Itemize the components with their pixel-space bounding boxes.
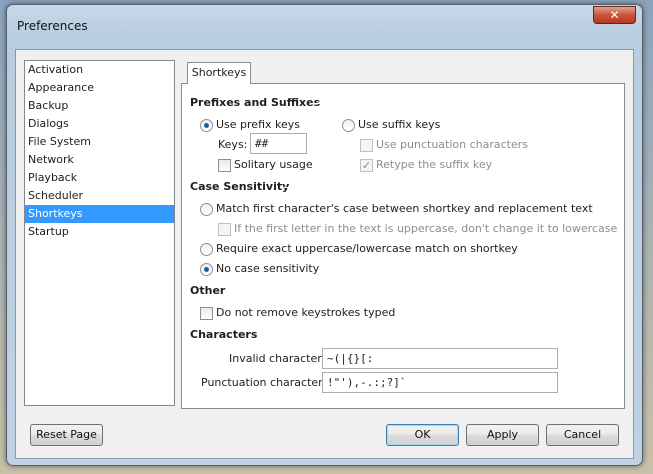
characters-divider [258,335,616,336]
category-item-file-system[interactable]: File System [25,133,174,151]
match-first-case-label: Match first character's case between sho… [216,202,593,215]
punctuation-checkbox[interactable] [360,139,373,152]
use-prefix-label: Use prefix keys [216,118,300,131]
category-item-playback[interactable]: Playback [25,169,174,187]
invalid-characters-label: Invalid characters: [229,352,332,365]
case-divider [284,187,616,188]
dialog-client-area: Activation Appearance Backup Dialogs Fil… [15,49,634,459]
first-uppercase-label: If the first letter in the text is upper… [234,222,618,235]
no-case-sensitivity-radio[interactable] [200,263,213,276]
check-icon: ✓ [361,159,372,172]
title-bar[interactable]: Preferences ✕ [7,5,642,49]
preferences-window: Preferences ✕ Activation Appearance Back… [6,4,643,466]
characters-section-title: Characters [190,328,258,341]
reset-page-button[interactable]: Reset Page [30,424,103,446]
keys-label: Keys: [218,138,248,151]
first-uppercase-checkbox[interactable] [218,223,231,236]
case-section-title: Case Sensitivity [190,180,290,193]
keys-input[interactable]: ## [250,133,307,154]
category-item-scheduler[interactable]: Scheduler [25,187,174,205]
ok-button[interactable]: OK [386,424,459,446]
solitary-usage-label: Solitary usage [234,158,313,171]
tab-shortkeys[interactable]: Shortkeys [187,62,251,84]
use-suffix-label: Use suffix keys [358,118,441,131]
exact-case-radio[interactable] [200,243,213,256]
category-item-network[interactable]: Network [25,151,174,169]
keep-keystrokes-label: Do not remove keystrokes typed [216,306,396,319]
keep-keystrokes-checkbox[interactable] [200,307,213,320]
prefixes-divider [310,103,616,104]
invalid-characters-input[interactable]: ~(|{}[: [322,348,558,369]
retype-suffix-checkbox[interactable]: ✓ [360,159,373,172]
use-suffix-radio[interactable] [342,119,355,132]
shortkeys-panel: Prefixes and Suffixes Use prefix keys Ke… [181,83,625,409]
other-section-title: Other [190,284,226,297]
solitary-usage-checkbox[interactable] [218,159,231,172]
category-list[interactable]: Activation Appearance Backup Dialogs Fil… [24,60,175,406]
prefixes-section-title: Prefixes and Suffixes [190,96,321,109]
other-divider [226,291,616,292]
cancel-button[interactable]: Cancel [546,424,619,446]
retype-suffix-label: Retype the suffix key [376,158,493,171]
category-item-appearance[interactable]: Appearance [25,79,174,97]
punctuation-characters-label: Punctuation characters: [201,376,333,389]
close-icon: ✕ [609,8,620,22]
no-case-sensitivity-label: No case sensitivity [216,262,320,275]
punctuation-characters-input[interactable]: !"'),-.:;?]` [322,372,558,393]
category-item-startup[interactable]: Startup [25,223,174,241]
exact-case-label: Require exact uppercase/lowercase match … [216,242,518,255]
category-item-shortkeys[interactable]: Shortkeys [25,205,174,223]
punctuation-label: Use punctuation characters [376,138,529,151]
category-item-dialogs[interactable]: Dialogs [25,115,174,133]
match-first-case-radio[interactable] [200,203,213,216]
use-prefix-radio[interactable] [200,119,213,132]
window-title: Preferences [17,19,88,33]
apply-button[interactable]: Apply [466,424,539,446]
category-item-activation[interactable]: Activation [25,61,174,79]
close-button[interactable]: ✕ [593,6,636,24]
category-item-backup[interactable]: Backup [25,97,174,115]
